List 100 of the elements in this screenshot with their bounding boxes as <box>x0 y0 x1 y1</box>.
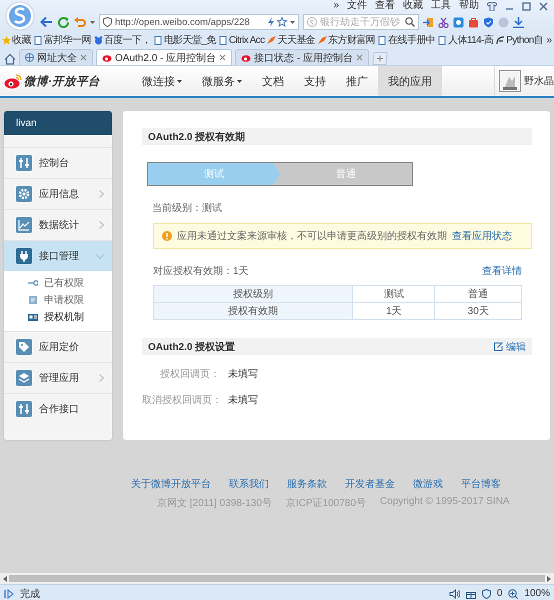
home-icon[interactable] <box>4 53 16 65</box>
plug-icon <box>16 248 32 264</box>
bookmark[interactable]: 人体114-高 <box>438 33 494 47</box>
sidebar-toggle-icon[interactable] <box>4 588 14 598</box>
user-name[interactable]: 野水晶 <box>524 74 554 88</box>
eye-icon <box>241 53 252 62</box>
bookmark[interactable]: 在线手册中 <box>378 33 436 47</box>
bookmark[interactable]: 富邦华一网 <box>34 33 91 47</box>
search-icon[interactable] <box>405 17 415 27</box>
refresh-icon[interactable] <box>57 16 70 28</box>
browser-tab[interactable]: 接口状态 - 应用控制台 <box>235 49 370 65</box>
table-cell: 普通 <box>434 286 522 302</box>
warning-text: 应用未通过文案来源审核，不可以申请更高级别的授权有效期 <box>177 230 447 243</box>
browser-tab[interactable]: 网址大全 <box>19 49 93 65</box>
nav-item[interactable]: 微服务 <box>192 66 252 96</box>
footer-link[interactable]: 微游戏 <box>413 477 443 491</box>
bookmark[interactable]: 电影天堂_免 <box>154 33 216 47</box>
caret-icon[interactable] <box>90 20 95 24</box>
star-icon <box>2 36 11 44</box>
back-arrow-icon[interactable] <box>40 16 53 28</box>
bookmark[interactable]: 天天基金 <box>267 33 316 47</box>
bookmark[interactable]: 收藏 <box>2 33 31 47</box>
sidebar-item[interactable]: 应用信息 <box>4 178 112 209</box>
scroll-left-icon[interactable] <box>3 576 7 582</box>
menu-item[interactable]: » <box>333 0 339 12</box>
bookmark[interactable]: Python自 <box>496 33 544 47</box>
sidebar-item[interactable]: 管理应用 <box>4 362 112 393</box>
tab-title: 网址大全 <box>37 52 77 64</box>
speaker-icon[interactable] <box>448 588 460 598</box>
details-link[interactable]: 查看详情 <box>482 264 522 278</box>
browser-tab[interactable]: OAuth2.0 - 应用控制台 <box>96 49 232 65</box>
more-bookmarks-button[interactable]: » <box>546 34 552 46</box>
scrollbar-thumb[interactable] <box>9 575 545 582</box>
legal-text: Copyright © 1995-2017 SINA <box>380 496 510 509</box>
menu-item[interactable]: 查看 <box>375 0 395 12</box>
undo-icon[interactable] <box>74 16 86 28</box>
shirt-icon[interactable] <box>487 2 497 10</box>
bag-icon[interactable] <box>468 16 479 28</box>
new-tab-icon[interactable] <box>372 52 388 65</box>
footer-link[interactable]: 开发者基金 <box>345 477 395 491</box>
tab-title: 接口状态 - 应用控制台 <box>254 52 354 64</box>
bookmark[interactable]: 东方财富网 <box>318 33 376 47</box>
bookmark[interactable]: Citrix Acc <box>218 34 264 46</box>
table-cell: 30天 <box>434 302 522 320</box>
chart-icon <box>16 217 32 233</box>
footer-link[interactable]: 平台博客 <box>461 477 501 491</box>
shield-icon[interactable] <box>482 588 491 598</box>
download-icon[interactable] <box>513 16 524 28</box>
lightning-icon[interactable] <box>268 17 274 27</box>
submenu-item[interactable]: 已有权限 <box>4 274 112 291</box>
section-title: OAuth2.0 授权有效期 <box>148 130 246 144</box>
nav-item[interactable]: 微连接 <box>132 66 192 96</box>
menu-item[interactable]: 收藏 <box>403 0 423 12</box>
sidebar-header: livan <box>4 111 112 135</box>
footer-link[interactable]: 服务条款 <box>287 477 327 491</box>
field-value: 未填写 <box>228 368 258 381</box>
close-icon[interactable] <box>539 2 548 10</box>
footer-link[interactable]: 关于微博开放平台 <box>131 477 211 491</box>
page-icon <box>154 36 163 44</box>
address-bar[interactable]: http://open.weibo.com/apps/228 <box>99 14 299 30</box>
login-icon[interactable] <box>423 16 434 28</box>
gear-icon <box>16 186 32 202</box>
footer-link[interactable]: 联系我们 <box>229 477 269 491</box>
edit-link[interactable]: 编辑 <box>494 340 526 354</box>
nav-item[interactable]: 我的应用 <box>378 66 442 96</box>
app-status-link[interactable]: 查看应用状态 <box>452 229 512 243</box>
zoom-level[interactable]: 100% <box>524 588 550 599</box>
submenu-item[interactable]: 申请权限 <box>4 291 112 308</box>
eye-icon <box>102 53 112 62</box>
shield-icon[interactable] <box>483 16 494 28</box>
card-icon <box>28 312 38 320</box>
page-icon <box>34 36 43 44</box>
sidebar-item[interactable]: 合作接口 <box>4 393 112 424</box>
field-value: 未填写 <box>228 394 258 407</box>
zoom-icon[interactable] <box>508 588 518 598</box>
edit-icon <box>494 342 503 351</box>
sidebar-item[interactable]: 接口管理 <box>4 240 112 271</box>
page-icon <box>438 36 448 44</box>
bookmark[interactable]: 百度一下， <box>94 33 151 47</box>
star-icon[interactable] <box>277 17 287 27</box>
close-icon[interactable] <box>219 54 226 61</box>
submenu-item[interactable]: 授权机制 <box>4 308 112 325</box>
nav-item[interactable]: 文档 <box>252 66 294 96</box>
nav-item[interactable]: 推广 <box>336 66 378 96</box>
sidebar-item[interactable]: 应用定价 <box>4 331 112 362</box>
table-cell: 授权级别 <box>154 286 353 302</box>
search-field[interactable]: 银行劫走千万假钞 <box>303 14 419 30</box>
close-icon[interactable] <box>80 54 87 61</box>
menu-item[interactable]: 帮助 <box>459 0 479 12</box>
sidebar-item[interactable]: 控制台 <box>4 147 112 178</box>
maximize-icon[interactable] <box>522 2 531 10</box>
blocked-count: 0 <box>496 588 502 599</box>
menu-item[interactable]: 工具 <box>431 0 451 12</box>
scroll-right-icon[interactable] <box>547 576 551 582</box>
nav-item[interactable]: 支持 <box>294 66 336 96</box>
close-icon[interactable] <box>356 54 364 61</box>
shield-icon <box>103 17 112 27</box>
weibo-logo-icon <box>4 74 22 88</box>
scissors-icon[interactable] <box>438 16 449 28</box>
caret-icon[interactable] <box>290 20 295 24</box>
